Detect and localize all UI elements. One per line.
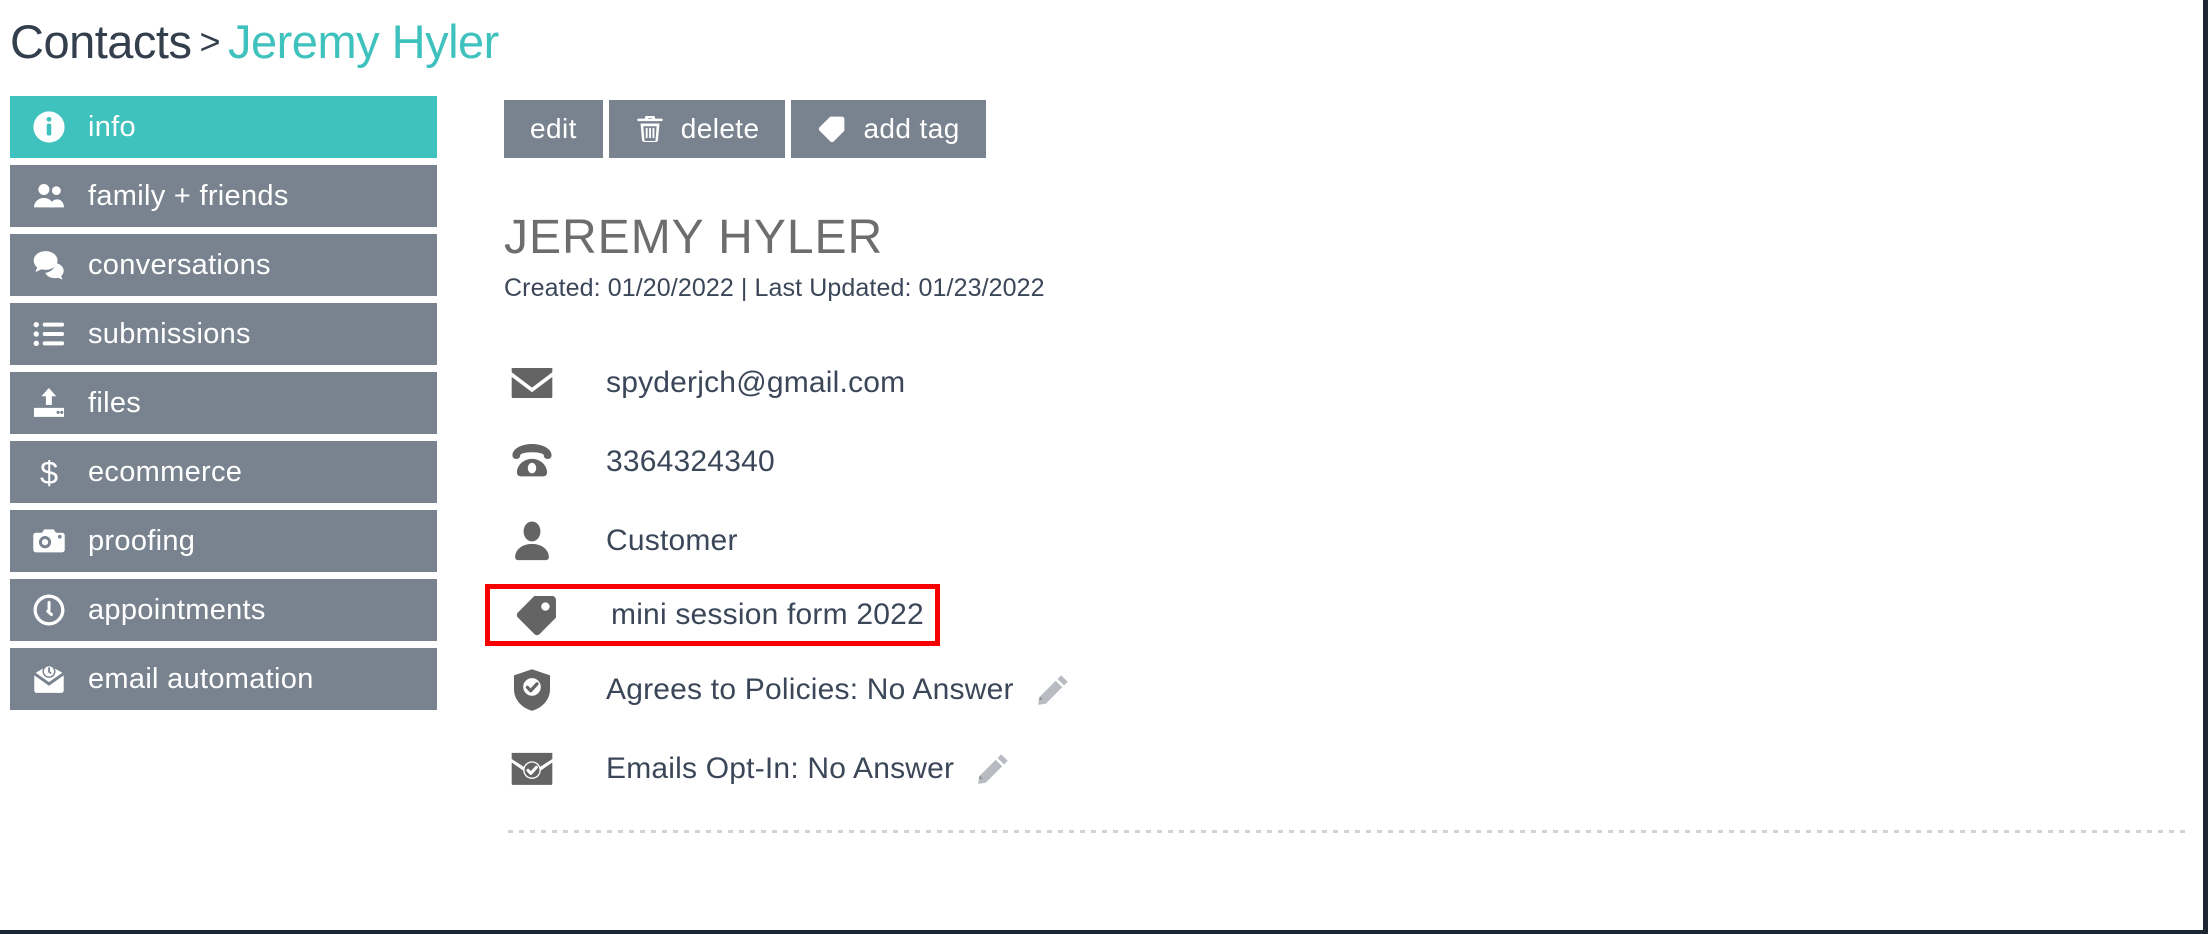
breadcrumb-current: Jeremy Hyler xyxy=(228,15,499,68)
contact-detail-value: mini session form 2022 xyxy=(611,598,924,631)
add-tag-button[interactable]: add tag xyxy=(791,100,986,158)
sidebar-item-ecommerce[interactable]: $ ecommerce xyxy=(10,441,437,503)
contact-detail-value: 3364324340 xyxy=(606,444,775,478)
button-label: add tag xyxy=(863,113,960,144)
edit-button[interactable]: edit xyxy=(504,100,603,158)
contact-detail-row: 3364324340 xyxy=(504,422,2203,501)
edit-pencil-icon[interactable] xyxy=(976,752,1010,786)
button-label: edit xyxy=(530,113,577,144)
sidebar-item-label: files xyxy=(88,386,142,419)
contact-detail-row: Customer xyxy=(504,501,2203,580)
envelope-check-icon xyxy=(504,745,560,793)
clock-icon xyxy=(32,593,66,627)
sidebar-item-label: family + friends xyxy=(88,179,289,212)
phone-icon xyxy=(504,438,560,486)
camera-icon xyxy=(32,524,66,558)
sidebar-item-label: ecommerce xyxy=(88,455,243,488)
contact-detail-value: Agrees to Policies: No Answer xyxy=(606,672,1014,706)
contact-detail-value: Customer xyxy=(606,523,738,557)
contact-detail-row: Emails Opt-In: No Answer xyxy=(504,729,2203,808)
info-circle-icon xyxy=(32,110,66,144)
contact-detail-row: spyderjch@gmail.com xyxy=(504,343,2203,422)
contact-detail-row-highlighted: mini session form 2022 xyxy=(485,584,940,646)
shield-check-icon xyxy=(504,666,560,714)
sidebar-item-label: appointments xyxy=(88,593,266,626)
sidebar-item-info[interactable]: info xyxy=(10,96,437,158)
sidebar-item-files[interactable]: files xyxy=(10,372,437,434)
sidebar-item-label: conversations xyxy=(88,248,271,281)
section-divider xyxy=(508,830,2190,833)
delete-button[interactable]: delete xyxy=(608,100,786,158)
sidebar-item-label: info xyxy=(88,110,136,143)
sidebar-item-label: email automation xyxy=(88,662,314,695)
page-title: JEREMY HYLER xyxy=(504,211,884,264)
svg-text:$: $ xyxy=(40,455,58,489)
contact-detail-value: spyderjch@gmail.com xyxy=(606,365,906,399)
dollar-sign-icon: $ xyxy=(32,455,66,489)
upload-icon xyxy=(32,386,66,420)
person-icon xyxy=(504,517,560,565)
trash-icon xyxy=(635,114,665,144)
edit-pencil-icon[interactable] xyxy=(1036,673,1070,707)
list-icon xyxy=(32,317,66,351)
email-clock-icon xyxy=(32,662,66,696)
body-area: info family + friends conversations submiss… xyxy=(0,96,2203,930)
sidebar-item-label: submissions xyxy=(88,317,251,350)
contact-detail-list: spyderjch@gmail.com 3364324340 Customer min… xyxy=(485,343,2203,808)
sidebar-item-appointments[interactable]: appointments xyxy=(10,579,437,641)
sidebar-item-family-friends[interactable]: family + friends xyxy=(10,165,437,227)
breadcrumb: Contacts > Jeremy Hyler xyxy=(0,0,2203,69)
page-frame: Contacts > Jeremy Hyler info family + frien… xyxy=(0,0,2208,934)
sidebar-item-conversations[interactable]: conversations xyxy=(10,234,437,296)
sidebar: info family + friends conversations submiss… xyxy=(0,96,437,710)
tag-icon xyxy=(509,591,565,639)
tag-icon xyxy=(817,114,847,144)
contact-detail-row: Agrees to Policies: No Answer xyxy=(504,650,2203,729)
sidebar-item-submissions[interactable]: submissions xyxy=(10,303,437,365)
main-content: edit delete add tag JEREMY HYLER Created: … xyxy=(437,96,2203,833)
breadcrumb-separator: > xyxy=(199,21,221,62)
envelope-icon xyxy=(504,359,560,407)
contact-detail-value: Emails Opt-In: No Answer xyxy=(606,751,955,785)
contact-timestamps: Created: 01/20/2022 | Last Updated: 01/2… xyxy=(504,274,1045,302)
sidebar-item-label: proofing xyxy=(88,524,196,557)
breadcrumb-root[interactable]: Contacts xyxy=(10,15,192,68)
chat-bubbles-icon xyxy=(32,248,66,282)
sidebar-item-proofing[interactable]: proofing xyxy=(10,510,437,572)
button-label: delete xyxy=(680,113,760,144)
sidebar-item-email-automation[interactable]: email automation xyxy=(10,648,437,710)
action-button-row: edit delete add tag xyxy=(504,100,2203,158)
users-icon xyxy=(32,179,66,213)
